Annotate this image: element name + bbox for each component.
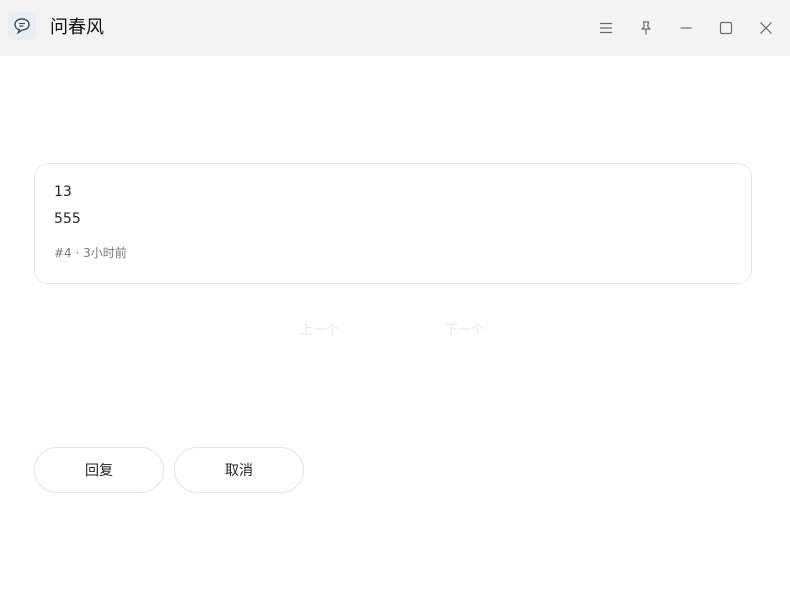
message-line-1: 13 bbox=[54, 184, 72, 200]
next-button[interactable]: 下一个 bbox=[445, 319, 484, 338]
reply-button[interactable]: 回复 bbox=[34, 447, 164, 493]
title-bar: 问春风 bbox=[0, 0, 790, 56]
maximize-icon[interactable] bbox=[714, 14, 738, 42]
minimize-icon[interactable] bbox=[674, 14, 698, 42]
message-line-2: 555 bbox=[54, 211, 81, 227]
chat-bubble-icon bbox=[8, 12, 36, 40]
pin-icon[interactable] bbox=[634, 14, 658, 42]
message-meta: #4 · 3小时前 bbox=[54, 246, 127, 260]
menu-icon[interactable] bbox=[594, 14, 618, 42]
message-card: 13 555 #4 · 3小时前 bbox=[34, 163, 752, 284]
previous-button[interactable]: 上一个 bbox=[300, 319, 339, 338]
app-title: 问春风 bbox=[50, 17, 104, 38]
close-icon[interactable] bbox=[754, 14, 778, 42]
cancel-button[interactable]: 取消 bbox=[174, 447, 304, 493]
